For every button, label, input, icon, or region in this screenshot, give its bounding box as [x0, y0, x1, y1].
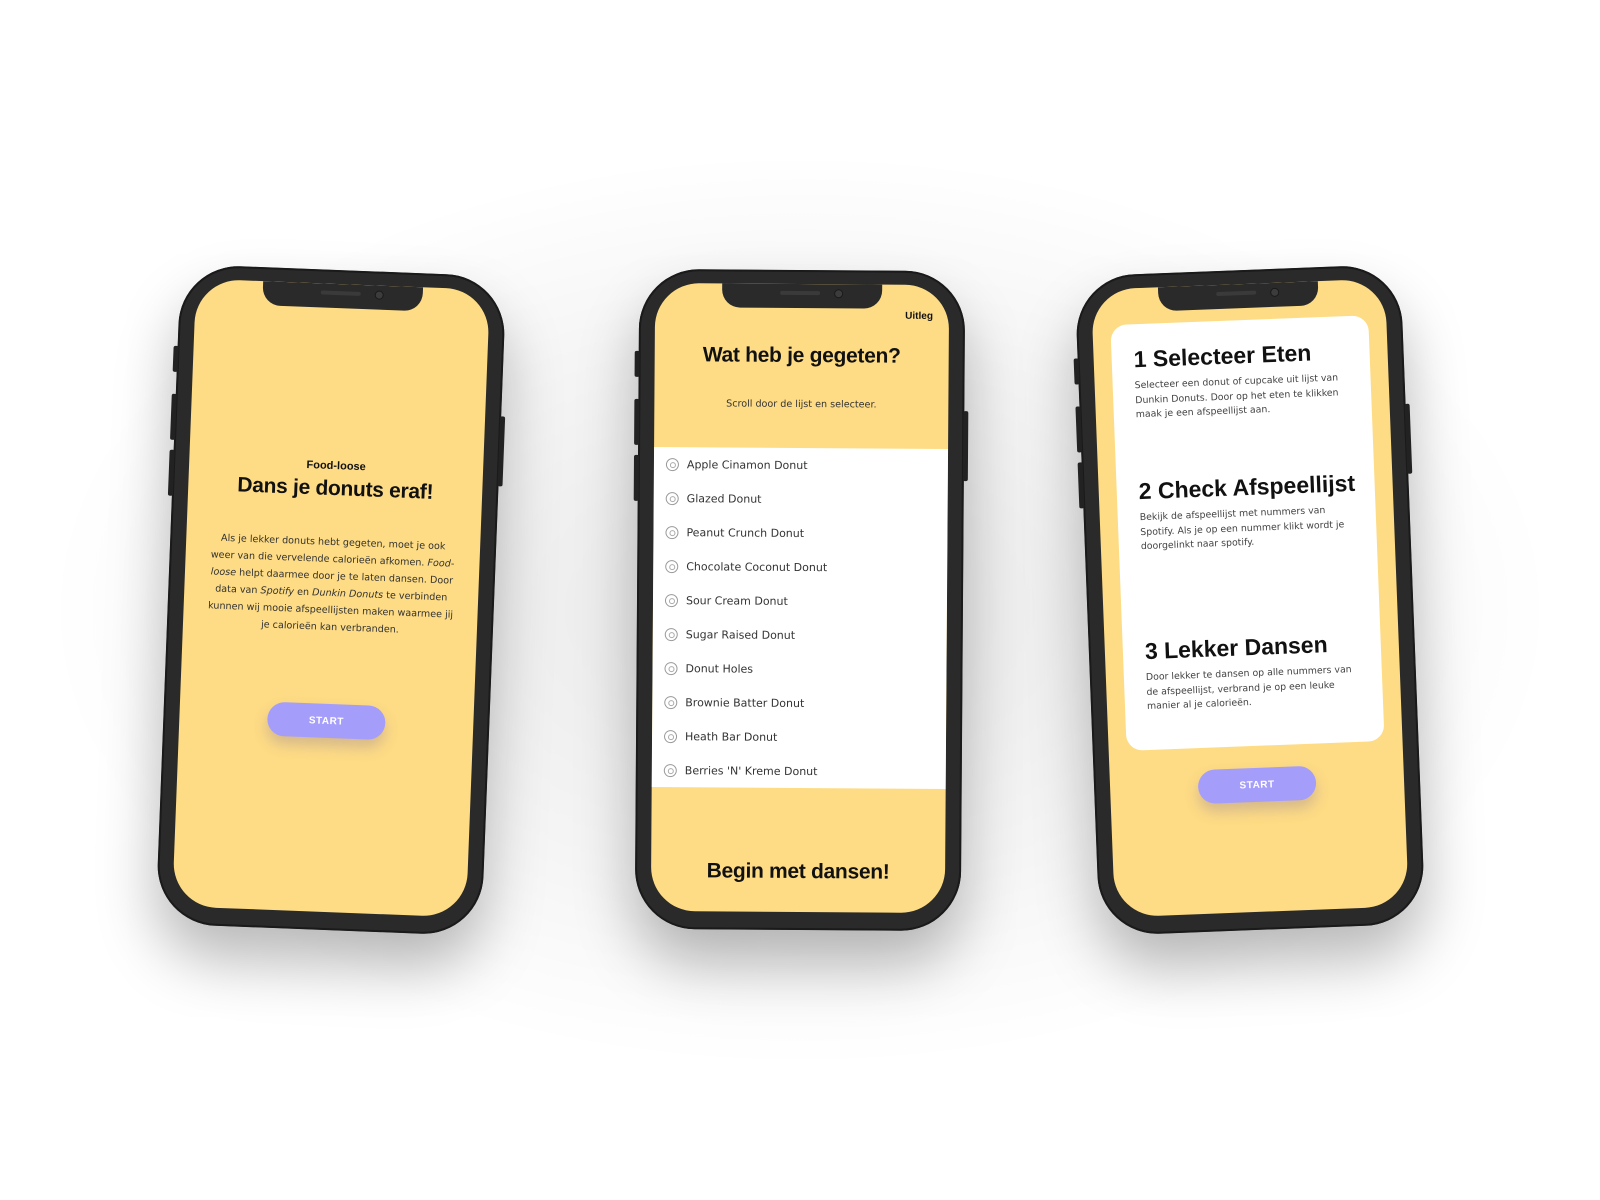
- step-dance: 3 Lekker Dansen Door lekker te dansen op…: [1144, 630, 1365, 715]
- step-title: 1 Selecteer Eten: [1133, 339, 1312, 373]
- donut-icon: [665, 457, 679, 471]
- food-list-item[interactable]: Berries 'N' Kreme Donut: [652, 753, 946, 789]
- food-list[interactable]: Apple Cinamon Donut Glazed Donut Peanut Cr…: [651, 446, 949, 790]
- camera-icon: [1270, 287, 1280, 297]
- step-text: Bekijk de afspeellijst met nummers van S…: [1139, 505, 1345, 553]
- speaker: [780, 290, 821, 296]
- donut-icon: [664, 661, 678, 675]
- speaker: [1216, 290, 1257, 297]
- food-list-title: Wat heb je gegeten?: [702, 343, 901, 368]
- food-list-item[interactable]: Chocolate Coconut Donut: [653, 549, 947, 585]
- food-list-item-label: Chocolate Coconut Donut: [686, 559, 828, 574]
- explain-link[interactable]: Uitleg: [905, 311, 933, 322]
- donut-icon: [663, 763, 677, 777]
- food-list-item-label: Brownie Batter Donut: [685, 695, 805, 710]
- notch: [262, 281, 424, 312]
- phone-mockup-food-list: Uitleg Wat heb je gegeten? Scroll door d…: [633, 268, 969, 932]
- food-list-item[interactable]: Sugar Raised Donut: [653, 617, 947, 653]
- notch: [722, 283, 883, 309]
- intro-screen: Food-loose Dans je donuts eraf! Als je l…: [172, 278, 491, 918]
- step-select-food: 1 Selecteer Eten Selecteer een donut of …: [1133, 338, 1354, 423]
- phone-mockup-explanation: 1 Selecteer Eten Selecteer een donut of …: [1073, 263, 1426, 937]
- food-list-item[interactable]: Heath Bar Donut: [652, 719, 946, 755]
- mute-switch: [1073, 358, 1080, 385]
- step-title: 2 Check Afspeellijst: [1138, 469, 1356, 505]
- food-list-item-label: Donut Holes: [685, 661, 754, 676]
- phone-mockup-intro: Food-loose Dans je donuts eraf! Als je l…: [155, 263, 507, 937]
- food-list-screen: Uitleg Wat heb je gegeten? Scroll door d…: [650, 282, 950, 914]
- food-list-item-label: Glazed Donut: [686, 491, 762, 506]
- step-check-playlist: 2 Check Afspeellijst Bekijk de afspeelli…: [1138, 470, 1359, 555]
- notch: [1157, 281, 1319, 312]
- step-text: Selecteer een donut of cupcake uit lijst…: [1134, 372, 1339, 421]
- food-list-subtitle: Scroll door de lijst en selecteer.: [726, 398, 877, 411]
- step-text: Door lekker te dansen op alle nummers va…: [1145, 664, 1352, 713]
- donut-icon: [665, 525, 679, 539]
- donut-icon: [664, 695, 678, 709]
- step-title: 3 Lekker Dansen: [1144, 631, 1329, 665]
- explanation-card: 1 Selecteer Eten Selecteer een donut of …: [1110, 315, 1385, 751]
- intro-title: Dans je donuts eraf!: [236, 473, 434, 504]
- start-button[interactable]: START: [266, 701, 386, 741]
- begin-dancing-title: Begin met dansen!: [706, 859, 890, 884]
- camera-icon: [374, 290, 384, 300]
- food-list-item-label: Berries 'N' Kreme Donut: [684, 763, 818, 778]
- food-list-item[interactable]: Peanut Crunch Donut: [653, 515, 947, 551]
- volume-up-button: [1075, 406, 1083, 453]
- food-list-item[interactable]: Sour Cream Donut: [653, 583, 947, 619]
- food-list-item[interactable]: Donut Holes: [652, 651, 946, 687]
- food-list-item-label: Peanut Crunch Donut: [686, 525, 805, 540]
- power-button: [962, 411, 969, 482]
- volume-up-button: [170, 393, 177, 440]
- food-list-item-label: Apple Cinamon Donut: [686, 457, 808, 472]
- intro-description: Als je lekker donuts hebt gegeten, moet …: [207, 532, 455, 636]
- donut-icon: [664, 729, 678, 743]
- mute-switch: [634, 350, 640, 377]
- volume-down-button: [1077, 462, 1085, 509]
- mute-switch: [172, 345, 179, 372]
- food-list-item-label: Sugar Raised Donut: [685, 627, 796, 642]
- food-list-item[interactable]: Glazed Donut: [654, 481, 948, 517]
- food-list-item-label: Sour Cream Donut: [685, 593, 788, 608]
- food-list-item[interactable]: Brownie Batter Donut: [652, 685, 946, 721]
- donut-icon: [665, 559, 679, 573]
- food-list-item-label: Heath Bar Donut: [685, 729, 778, 744]
- donut-icon: [665, 491, 679, 505]
- volume-down-button: [633, 454, 640, 501]
- camera-icon: [834, 289, 844, 299]
- explanation-screen: 1 Selecteer Eten Selecteer een donut of …: [1090, 278, 1409, 918]
- donut-icon: [664, 627, 678, 641]
- speaker: [320, 290, 361, 296]
- food-list-item[interactable]: Apple Cinamon Donut: [654, 447, 948, 483]
- donut-icon: [664, 593, 679, 607]
- volume-down-button: [167, 449, 175, 496]
- start-button[interactable]: START: [1197, 765, 1317, 805]
- volume-up-button: [634, 398, 640, 445]
